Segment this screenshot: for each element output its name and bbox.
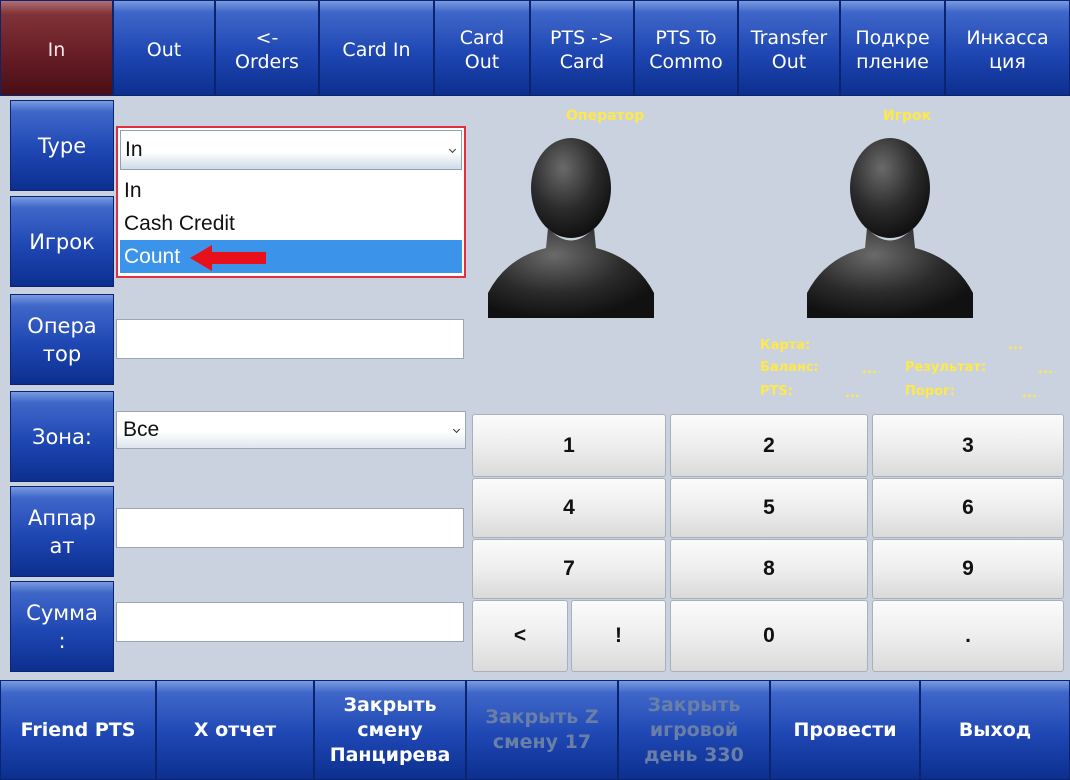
tab-out[interactable]: Out — [113, 0, 215, 96]
top-tab-bar: In Out <- Orders Card In Card Out PTS ->… — [0, 0, 1070, 96]
zona-select[interactable]: Все — [116, 411, 466, 449]
operator-button[interactable]: Опера тор — [10, 294, 114, 385]
key-exclamation[interactable]: ! — [571, 600, 666, 672]
dropdown-arrow-icon — [452, 425, 461, 434]
operator-avatar-icon — [488, 138, 654, 318]
type-options-list: In Cash Credit Count — [120, 174, 462, 273]
type-select-value: In — [125, 138, 143, 161]
close-z-shift-button[interactable]: Закрыть Z смену 17 — [466, 680, 618, 780]
key-1[interactable]: 1 — [472, 414, 666, 477]
type-option-cash-credit[interactable]: Cash Credit — [120, 207, 462, 240]
tab-card-in[interactable]: Card In — [319, 0, 434, 96]
x-report-button[interactable]: X отчет — [156, 680, 314, 780]
annotation-arrow-icon — [190, 245, 266, 271]
zona-button[interactable]: Зона: — [10, 391, 114, 482]
type-option-in[interactable]: In — [120, 174, 462, 207]
type-select[interactable]: In — [120, 130, 462, 170]
type-dropdown[interactable]: In In Cash Credit Count — [116, 126, 466, 278]
close-game-day-button[interactable]: Закрыть игровой день 330 — [618, 680, 770, 780]
operator-avatar-label: Оператор — [566, 108, 645, 124]
tab-inkassaciya[interactable]: Инкасса ция — [945, 0, 1070, 96]
friend-pts-button[interactable]: Friend PTS — [0, 680, 156, 780]
result-label: Результат: — [905, 360, 987, 375]
tab-transfer-out[interactable]: Transfer Out — [738, 0, 840, 96]
key-9[interactable]: 9 — [872, 539, 1064, 599]
key-dot[interactable]: . — [872, 600, 1064, 672]
key-8[interactable]: 8 — [670, 539, 868, 599]
card-value: ... — [1008, 338, 1023, 353]
tab-in[interactable]: In — [0, 0, 113, 96]
close-shift-button[interactable]: Закрыть смену Панцирева — [314, 680, 466, 780]
summa-field[interactable] — [116, 602, 464, 642]
bottom-action-bar: Friend PTS X отчет Закрыть смену Панцире… — [0, 680, 1070, 780]
tab-card-out[interactable]: Card Out — [434, 0, 530, 96]
balance-label: Баланс: — [760, 360, 819, 375]
summa-button[interactable]: Сумма : — [10, 581, 114, 672]
pts-label: PTS: — [760, 384, 793, 399]
key-3[interactable]: 3 — [872, 414, 1064, 477]
key-5[interactable]: 5 — [670, 478, 868, 538]
tab-pts-commo[interactable]: PTS To Commo — [634, 0, 738, 96]
player-avatar-label: Игрок — [883, 108, 932, 124]
tab-podkreplenie[interactable]: Подкре пление — [840, 0, 945, 96]
pts-value: ... — [845, 386, 860, 401]
threshold-value: ... — [1022, 386, 1037, 401]
result-value: ... — [1038, 362, 1053, 377]
exit-button[interactable]: Выход — [920, 680, 1070, 780]
key-2[interactable]: 2 — [670, 414, 868, 477]
balance-value: ... — [862, 362, 877, 377]
conduct-button[interactable]: Провести — [770, 680, 920, 780]
player-avatar-icon — [807, 138, 973, 318]
key-6[interactable]: 6 — [872, 478, 1064, 538]
threshold-label: Порог: — [905, 384, 956, 399]
key-7[interactable]: 7 — [472, 539, 666, 599]
card-label: Карта: — [760, 338, 811, 353]
left-label-column: Type Игрок Опера тор Зона: Аппар ат Сумм… — [10, 100, 114, 672]
key-backspace[interactable]: < — [472, 600, 568, 672]
dropdown-arrow-icon — [448, 145, 457, 154]
type-option-count[interactable]: Count — [120, 240, 462, 273]
player-button[interactable]: Игрок — [10, 196, 114, 287]
type-button[interactable]: Type — [10, 100, 114, 191]
key-0[interactable]: 0 — [670, 600, 868, 672]
tab-orders[interactable]: <- Orders — [215, 0, 319, 96]
key-4[interactable]: 4 — [472, 478, 666, 538]
apparat-field[interactable] — [116, 508, 464, 548]
apparat-button[interactable]: Аппар ат — [10, 486, 114, 577]
zona-select-value: Все — [123, 418, 160, 441]
operator-field[interactable] — [116, 319, 464, 359]
tab-pts-card[interactable]: PTS -> Card — [530, 0, 634, 96]
